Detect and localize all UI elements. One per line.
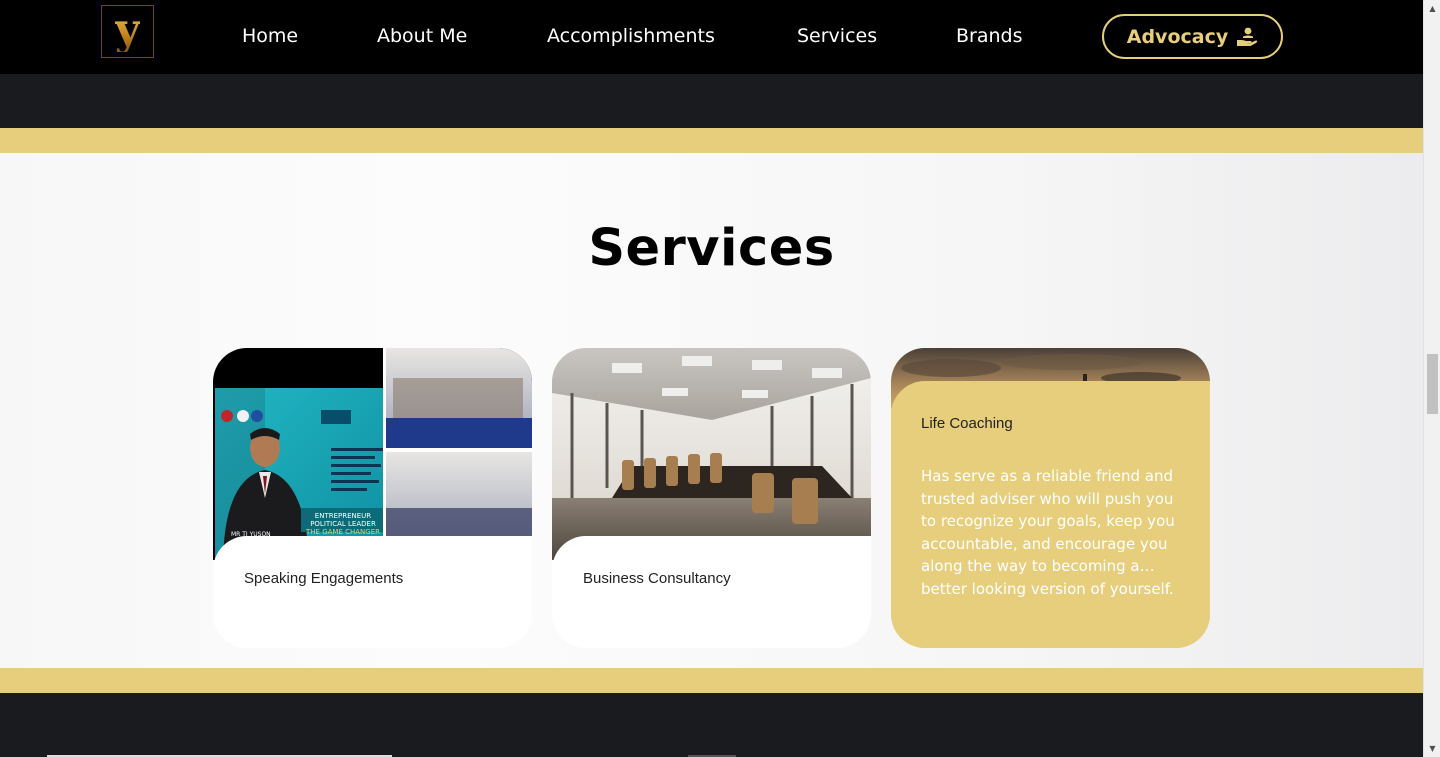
poster-tagline-line3: THE GAME CHANGER <box>305 528 380 536</box>
advocacy-label: Advocacy <box>1126 25 1229 48</box>
boardroom-image <box>552 348 871 560</box>
hand-holding-person-icon <box>1237 27 1258 46</box>
services-title: Services <box>588 219 835 278</box>
scroll-thumb[interactable] <box>1427 354 1438 414</box>
speaking-engagements-label: Speaking Engagements <box>244 570 404 587</box>
gold-divider-bottom <box>0 668 1423 693</box>
consultancy-card-body <box>552 536 871 648</box>
poster-tagline-line1: ENTREPRENEUR <box>315 512 372 520</box>
page-scrollbar[interactable]: ▲ ▼ <box>1423 0 1440 757</box>
nav-services[interactable]: Services <box>797 24 877 48</box>
speaking-card-body <box>213 536 532 648</box>
speaking-image: ENTREPRENEUR POLITICAL LEADER THE GAME C… <box>213 348 532 560</box>
life-coaching-label: Life Coaching <box>921 415 1013 432</box>
site-logo[interactable]: y <box>101 5 154 58</box>
gold-divider-top <box>0 128 1423 153</box>
top-navbar: y Home About Me Accomplishments Services… <box>0 0 1423 74</box>
service-card-consultancy[interactable]: Business Consultancy <box>552 348 871 648</box>
nav-home[interactable]: Home <box>242 24 298 48</box>
dark-band <box>0 74 1423 128</box>
nav-brands[interactable]: Brands <box>956 24 1023 48</box>
scroll-down-arrow-icon[interactable]: ▼ <box>1424 740 1440 757</box>
footer-dark-band <box>0 693 1423 757</box>
life-coaching-description: Has serve as a reliable friend and trust… <box>921 467 1175 598</box>
logo-letter: y <box>114 3 141 55</box>
service-card-speaking[interactable]: ENTREPRENEUR POLITICAL LEADER THE GAME C… <box>213 348 532 648</box>
business-consultancy-label: Business Consultancy <box>583 570 731 587</box>
scroll-up-arrow-icon[interactable]: ▲ <box>1424 0 1440 17</box>
nav-about-me[interactable]: About Me <box>377 24 467 48</box>
services-section: Services ENTREPRENEUR POLITICAL LEADER T… <box>0 153 1423 668</box>
page: y Home About Me Accomplishments Services… <box>0 0 1423 757</box>
poster-tagline-line2: POLITICAL LEADER <box>310 520 376 528</box>
advocacy-button[interactable]: Advocacy <box>1102 14 1283 59</box>
nav-accomplishments[interactable]: Accomplishments <box>547 24 715 48</box>
service-card-life-coaching[interactable]: Life Coaching Has serve as a reliable fr… <box>891 348 1210 648</box>
